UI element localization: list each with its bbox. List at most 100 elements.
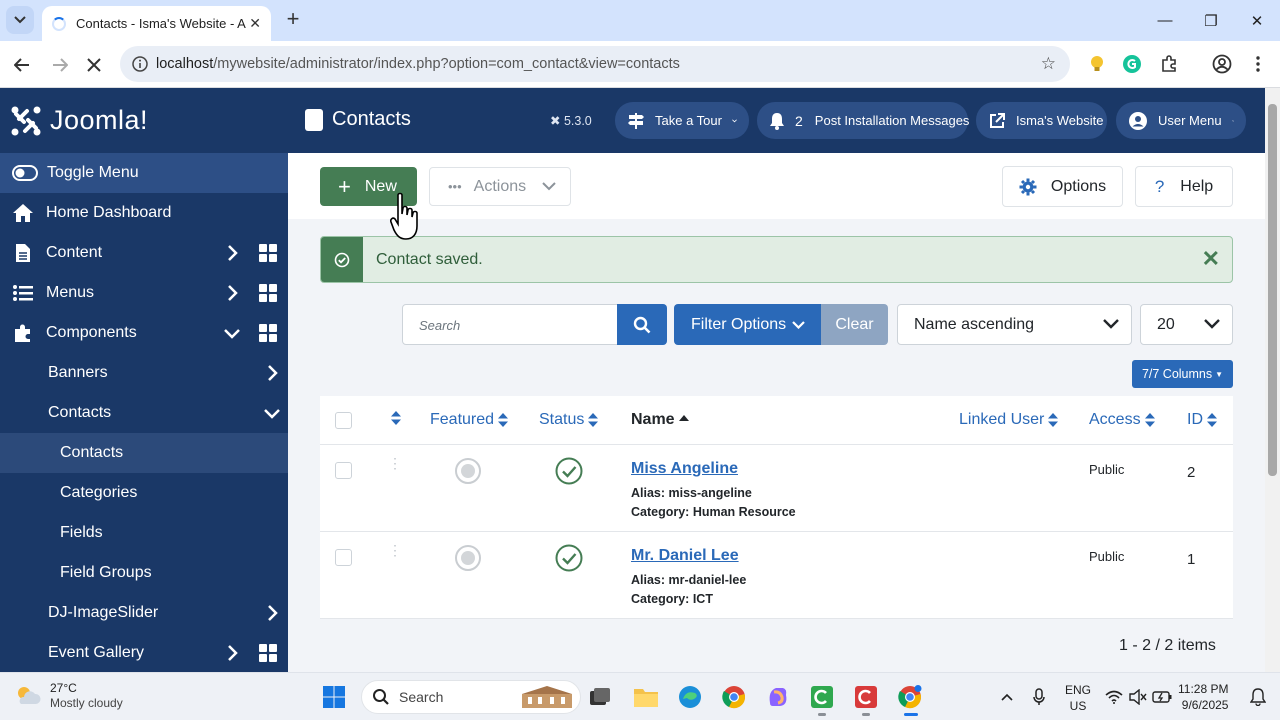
stop-loading-button[interactable]: [80, 51, 108, 79]
red-app-icon[interactable]: [850, 681, 882, 713]
sidebar-item-contacts-list[interactable]: Contacts: [0, 433, 288, 473]
access-column-header[interactable]: Access: [1089, 411, 1155, 429]
page-scrollbar[interactable]: [1265, 88, 1280, 672]
tab-list-button[interactable]: [6, 6, 34, 34]
address-bar[interactable]: localhost/mywebsite/administrator/index.…: [120, 46, 1070, 82]
edge-browser-icon[interactable]: [674, 681, 706, 713]
sidebar-item-menus[interactable]: Menus: [0, 273, 288, 313]
site-info-icon[interactable]: [130, 54, 150, 74]
sidebar-item-content[interactable]: Content: [0, 233, 288, 273]
contact-name-link[interactable]: Miss Angeline: [631, 460, 738, 478]
chrome-active-icon[interactable]: [894, 681, 926, 713]
chevron-down-icon: [224, 329, 240, 339]
sidebar-item-categories[interactable]: Categories: [0, 473, 288, 513]
weather-widget[interactable]: 27°C Mostly cloudy: [14, 681, 123, 711]
view-site-button[interactable]: Isma's Website: [976, 102, 1107, 139]
sidebar-item-components[interactable]: Components: [0, 313, 288, 353]
dashboard-grid-icon[interactable]: [259, 284, 277, 302]
dashboard-grid-icon[interactable]: [259, 324, 277, 342]
minimize-button[interactable]: —: [1142, 0, 1188, 41]
search-highlight-image-icon: [522, 686, 572, 708]
featured-toggle-icon[interactable]: [455, 545, 481, 571]
row-checkbox[interactable]: [335, 462, 352, 479]
featured-column-header[interactable]: Featured: [430, 411, 509, 429]
hand-cursor-icon: [390, 192, 418, 240]
start-button[interactable]: [318, 681, 350, 713]
table-row: ⋮ Miss Angeline Alias: miss-angeline Cat…: [320, 445, 1233, 532]
taskbar-search[interactable]: Search: [361, 680, 581, 714]
toggle-menu-button[interactable]: Toggle Menu: [0, 153, 288, 193]
copilot-icon[interactable]: [762, 681, 794, 713]
limit-value: 20: [1157, 316, 1175, 333]
tab-close-icon[interactable]: ✕: [249, 15, 261, 32]
microphone-icon[interactable]: [1023, 681, 1055, 713]
sidebar-item-contacts[interactable]: Contacts: [0, 393, 288, 433]
list-limit-select[interactable]: 20: [1140, 304, 1233, 345]
featured-toggle-icon[interactable]: [455, 458, 481, 484]
sort-select[interactable]: Name ascending: [897, 304, 1132, 345]
sidebar-item-dj-imageslider[interactable]: DJ-ImageSlider: [0, 593, 288, 633]
camtasia-green-app-icon[interactable]: [806, 681, 838, 713]
published-check-icon[interactable]: [555, 544, 583, 572]
options-button[interactable]: Options: [1002, 166, 1123, 207]
chevron-down-icon: [264, 409, 280, 419]
id-column-header[interactable]: ID: [1187, 411, 1217, 429]
task-view-icon[interactable]: [584, 681, 616, 713]
chrome-icon[interactable]: [718, 681, 750, 713]
dashboard-grid-icon[interactable]: [259, 244, 277, 262]
row-checkbox[interactable]: [335, 549, 352, 566]
name-column-header[interactable]: Name: [631, 411, 689, 429]
restore-button[interactable]: ❐: [1188, 0, 1234, 41]
grammarly-extension-icon[interactable]: [1121, 53, 1143, 75]
bookmark-star-icon[interactable]: ☆: [1041, 54, 1056, 74]
back-button[interactable]: [8, 51, 36, 79]
language-indicator[interactable]: ENG US: [1065, 682, 1091, 714]
select-all-checkbox[interactable]: [335, 412, 352, 429]
scrollbar-thumb[interactable]: [1268, 104, 1277, 476]
status-column-header[interactable]: Status: [539, 411, 599, 429]
contact-name-link[interactable]: Mr. Daniel Lee: [631, 547, 739, 565]
published-check-icon[interactable]: [555, 457, 583, 485]
show-hidden-icons-chevron-icon[interactable]: [991, 681, 1023, 713]
new-tab-button[interactable]: +: [282, 8, 304, 32]
system-clock[interactable]: 11:28 PM 9/6/2025: [1178, 681, 1228, 713]
extension-bulb-icon[interactable]: [1086, 53, 1108, 75]
filter-options-button[interactable]: Filter Options: [674, 304, 821, 345]
dashboard-grid-icon[interactable]: [259, 644, 277, 662]
close-window-button[interactable]: ✕: [1234, 0, 1280, 41]
browser-menu-icon[interactable]: [1247, 53, 1269, 75]
ordering-column-header[interactable]: [387, 411, 401, 425]
help-button[interactable]: ? Help: [1135, 166, 1233, 207]
take-a-tour-button[interactable]: Take a Tour: [615, 102, 749, 139]
linked-user-column-header[interactable]: Linked User: [959, 411, 1059, 429]
battery-icon[interactable]: [1146, 681, 1178, 713]
file-explorer-icon[interactable]: [630, 681, 662, 713]
forward-button[interactable]: [46, 51, 74, 79]
sidebar-item-field-groups[interactable]: Field Groups: [0, 553, 288, 593]
joomla-logo[interactable]: Joomla!: [0, 88, 288, 153]
browser-tab[interactable]: Contacts - Isma's Website - Administrati…: [42, 6, 271, 41]
sidebar-item-event-gallery[interactable]: Event Gallery: [0, 633, 288, 672]
extensions-puzzle-icon[interactable]: [1158, 53, 1180, 75]
search-input[interactable]: Search: [402, 304, 618, 345]
sidebar-item-fields[interactable]: Fields: [0, 513, 288, 553]
profile-icon[interactable]: [1211, 53, 1233, 75]
close-alert-icon[interactable]: ✕: [1202, 246, 1220, 272]
notification-bell-icon[interactable]: [1242, 681, 1274, 713]
pagination-info: 1 - 2 / 2 items: [1119, 637, 1216, 654]
post-installation-messages-button[interactable]: 2 Post Installation Messages: [757, 102, 969, 139]
chevron-right-icon: [268, 605, 278, 621]
drag-handle-icon[interactable]: ⋮: [388, 456, 402, 470]
active-indicator: [904, 713, 918, 716]
clear-button[interactable]: Clear: [821, 304, 888, 345]
search-button[interactable]: [617, 304, 667, 345]
actions-dropdown[interactable]: ••• Actions: [429, 167, 571, 206]
action-toolbar: + New ••• Actions Options ? Help: [288, 153, 1265, 219]
sidebar-item-banners[interactable]: Banners: [0, 353, 288, 393]
sidebar-item-home-dashboard[interactable]: Home Dashboard: [0, 193, 288, 233]
user-menu-button[interactable]: User Menu: [1116, 102, 1246, 139]
temperature: 27°C: [50, 681, 77, 695]
drag-handle-icon[interactable]: ⋮: [388, 543, 402, 557]
columns-toggle-button[interactable]: 7/7 Columns ▼: [1132, 360, 1233, 388]
windows-taskbar: 27°C Mostly cloudy Search ENG US 11:28 P…: [0, 672, 1280, 720]
